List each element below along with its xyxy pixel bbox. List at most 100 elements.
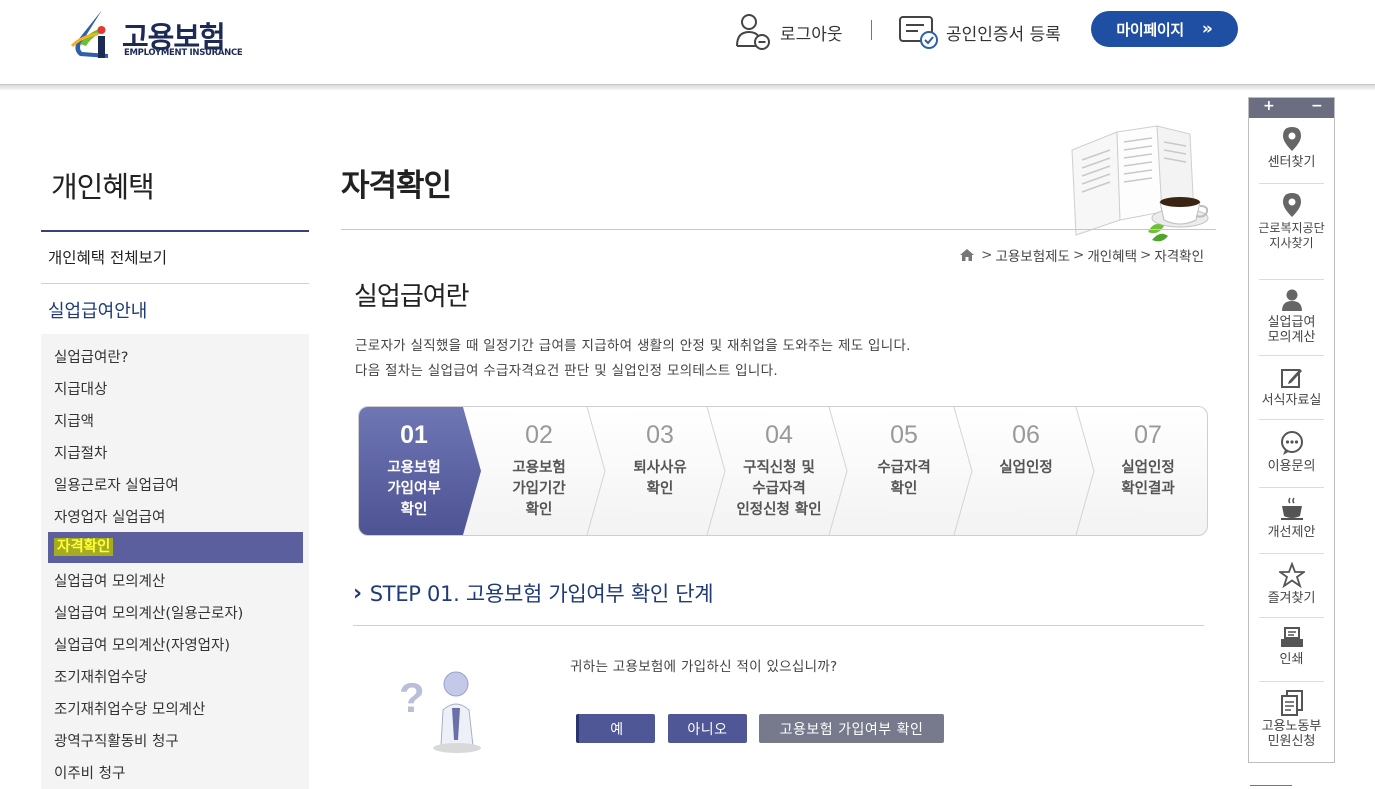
quick-item-label: 인쇄	[1279, 652, 1304, 667]
quick-menu-zoom-bar: + −	[1249, 98, 1334, 118]
quick-item-label: 서식자료실	[1261, 393, 1322, 408]
sidebar-item-simulation[interactable]: 실업급여 모의계산	[54, 570, 165, 591]
mypage-button[interactable]: 마이페이지 »	[1091, 11, 1238, 47]
quick-menu-divider	[1259, 553, 1324, 554]
certificate-icon	[898, 13, 940, 51]
sidebar-item-simulation-self[interactable]: 실업급여 모의계산(자영업자)	[54, 634, 230, 655]
step-label: 수급자격 확인	[877, 460, 931, 497]
quick-item-favorites[interactable]: 즐겨찾기	[1249, 562, 1334, 606]
yes-button[interactable]: 예	[576, 714, 655, 743]
step-07[interactable]: 07 실업인정 확인결과	[1089, 407, 1207, 535]
breadcrumb-item-personal-benefits[interactable]: 개인혜택	[1087, 245, 1137, 265]
map-pin-icon	[1249, 126, 1334, 152]
quick-item-center-find[interactable]: 센터찾기	[1249, 126, 1334, 170]
step-number: 02	[525, 421, 553, 449]
double-chevron-right-icon: »	[1201, 19, 1213, 39]
quick-item-label: 이용문의	[1267, 459, 1316, 474]
step-label: 실업인정	[999, 460, 1053, 476]
coffee-icon	[1249, 496, 1334, 522]
quick-item-ministry-petition[interactable]: 고용노동부 민원신청	[1249, 690, 1334, 749]
chevron-right-icon: ›	[353, 580, 362, 606]
question-person-icon: ?	[399, 671, 481, 753]
step-number: 01	[400, 421, 428, 449]
page-title: 자격확인	[341, 168, 452, 204]
quick-item-forms[interactable]: 서식자료실	[1249, 366, 1334, 408]
step-heading-divider	[353, 625, 1204, 626]
logout-link[interactable]: 로그아웃	[734, 10, 843, 54]
site-logo[interactable]: 고용보험 EMPLOYMENT INSURANCE	[68, 6, 248, 62]
sidebar-item-eligibility[interactable]: 지급대상	[54, 378, 107, 399]
sidebar-item-job-search-expense[interactable]: 광역구직활동비 청구	[54, 730, 179, 751]
quick-menu-divider	[1259, 617, 1324, 618]
quick-item-simulation[interactable]: 실업급여 모의계산	[1249, 288, 1334, 345]
step-01[interactable]: 01 고용보험 가입여부 확인	[359, 407, 469, 535]
quick-menu: + − 센터찾기 근로복지공단 지사찾기 실업급여 모의계산 서식자료실 이용문…	[1248, 97, 1335, 763]
print-icon	[1249, 627, 1334, 649]
check-insurance-button[interactable]: 고용보험 가입여부 확인	[759, 714, 944, 743]
sidebar-item-daily-worker[interactable]: 일용근로자 실업급여	[54, 474, 179, 495]
document-icon	[1249, 690, 1334, 716]
step-label: 고용보험 가입기간 확인	[512, 460, 566, 518]
sidebar-item-what-is[interactable]: 실업급여란?	[54, 346, 128, 367]
step-04[interactable]: 04 구직신청 및 수급자격 인정신청 확인	[719, 407, 839, 535]
quick-menu-divider	[1259, 355, 1324, 356]
cert-register-label: 공인인증서 등록	[946, 24, 1061, 45]
step-label: 고용보험 가입여부 확인	[387, 460, 441, 518]
zoom-out-icon[interactable]: −	[1311, 98, 1323, 114]
step-06[interactable]: 06 실업인정	[967, 407, 1085, 535]
sidebar-item-self-employed[interactable]: 자영업자 실업급여	[54, 506, 165, 527]
logout-label: 로그아웃	[780, 24, 843, 45]
sidebar-item-early-reemployment-sim[interactable]: 조기재취업수당 모의계산	[54, 698, 205, 719]
step-number: 06	[1012, 421, 1040, 449]
sidebar-item-amount[interactable]: 지급액	[54, 410, 94, 431]
step-number: 05	[890, 421, 918, 449]
home-icon[interactable]	[960, 249, 975, 261]
sidebar-item-qualification-label: 자격확인	[54, 538, 114, 556]
site-header: 고용보험 EMPLOYMENT INSURANCE 로그아웃 공인인증서 등록	[0, 0, 1375, 84]
sidebar-item-procedure[interactable]: 지급절차	[54, 442, 107, 463]
quick-item-inquiry[interactable]: 이용문의	[1249, 430, 1334, 474]
step-label: 퇴사사유 확인	[633, 460, 687, 497]
mypage-label: 마이페이지	[1116, 20, 1184, 39]
process-stepper: 01 고용보험 가입여부 확인 02 고용보험 가입기간 확인 03 퇴사사유 확인 04…	[358, 406, 1208, 536]
documents-coffee-illustration	[1071, 125, 1209, 242]
breadcrumb: > 고용보험제도 > 개인혜택 > 자격확인	[960, 245, 1204, 265]
quick-item-label: 근로복지공단 지사찾기	[1258, 221, 1325, 250]
quick-item-label: 실업급여 모의계산	[1267, 315, 1316, 345]
no-button[interactable]: 아니오	[668, 714, 747, 743]
quick-item-print[interactable]: 인쇄	[1249, 627, 1334, 667]
quick-item-welfare-branch[interactable]: 근로복지공단 지사찾기	[1249, 192, 1334, 251]
breadcrumb-item-insurance-system[interactable]: 고용보험제도	[995, 245, 1070, 265]
sidebar-item-qualification[interactable]: 자격확인	[48, 532, 303, 563]
person-icon	[1249, 288, 1334, 312]
breadcrumb-item-qualification[interactable]: 자격확인	[1154, 245, 1204, 265]
step-number: 07	[1134, 421, 1162, 449]
step-number: 04	[765, 421, 793, 449]
step-number: 03	[646, 421, 674, 449]
logout-icon	[734, 12, 774, 52]
zoom-in-icon[interactable]: +	[1263, 98, 1275, 114]
sidebar-item-relocation-expense[interactable]: 이주비 청구	[54, 762, 125, 783]
cert-register-link[interactable]: 공인인증서 등록	[898, 10, 1061, 54]
quick-item-label: 즐겨찾기	[1267, 591, 1316, 606]
sidebar-item-simulation-daily[interactable]: 실업급여 모의계산(일용근로자)	[54, 602, 243, 623]
step-02[interactable]: 02 고용보험 가입기간 확인	[481, 407, 597, 535]
logo-mark-icon	[70, 10, 108, 58]
sidebar-section-unemployment[interactable]: 실업급여안내	[48, 297, 147, 323]
sidebar-item-all-benefits[interactable]: 개인혜택 전체보기	[48, 246, 167, 268]
step-label: 구직신청 및 수급자격 인정신청 확인	[736, 460, 822, 518]
step-label: 실업인정 확인결과	[1121, 460, 1175, 497]
section-description-line1: 근로자가 실직했을 때 일정기간 급여를 지급하여 생활의 안정 및 재취업을 …	[355, 338, 911, 354]
title-divider	[341, 229, 1216, 230]
step-03[interactable]: 03 퇴사사유 확인	[603, 407, 717, 535]
quick-menu-divider	[1259, 487, 1324, 488]
chat-icon	[1249, 430, 1334, 456]
quick-item-label: 센터찾기	[1267, 155, 1316, 170]
step-05[interactable]: 05 수급자격 확인	[845, 407, 963, 535]
sidebar-item-early-reemployment[interactable]: 조기재취업수당	[54, 666, 147, 687]
quick-item-label: 고용노동부 민원신청	[1261, 719, 1322, 749]
quick-item-suggestion[interactable]: 개선제안	[1249, 496, 1334, 540]
header-divider	[0, 84, 1375, 90]
breadcrumb-separator: >	[1073, 247, 1085, 263]
section-title: 실업급여란	[354, 282, 470, 312]
